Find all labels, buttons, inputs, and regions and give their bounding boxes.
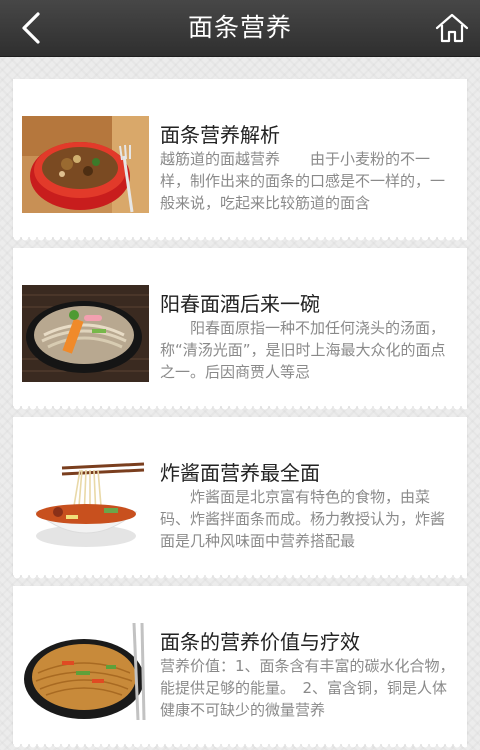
- article-title: 面条营养解析: [160, 123, 280, 147]
- article-title: 面条的营养价值与疗效: [160, 630, 360, 654]
- article-thumbnail: [22, 454, 149, 551]
- article-summary: 营养价值：1、面条含有丰富的碳水化合物，能提供足够的能量。 2、富含铜，铜是人体…: [160, 657, 455, 719]
- home-icon: [435, 13, 469, 43]
- article-card[interactable]: 炸酱面营养最全面 炸酱面是北京富有特色的食物，由菜码、炸酱拌面条而成。杨力教授认…: [13, 417, 467, 581]
- article-summary: 阳春面原指一种不加任何浇头的汤面，称“清汤光面”，是旧时上海最大众化的面点之一。…: [160, 319, 446, 381]
- article-thumbnail: [22, 285, 149, 382]
- home-button[interactable]: [434, 10, 470, 46]
- article-card[interactable]: 阳春面酒后来一碗 阳春面原指一种不加任何浇头的汤面，称“清汤光面”，是旧时上海最…: [13, 248, 467, 412]
- page-title: 面条营养: [187, 13, 292, 42]
- article-title: 炸酱面营养最全面: [160, 461, 320, 485]
- article-title: 阳春面酒后来一碗: [160, 292, 320, 316]
- top-navigation-bar: 面条营养: [0, 0, 480, 57]
- article-thumbnail: [22, 623, 149, 720]
- article-summary: 炸酱面是北京富有特色的食物，由菜码、炸酱拌面条而成。杨力教授认为，炸酱面是几种风…: [160, 488, 446, 550]
- article-card[interactable]: 面条营养解析 越筋道的面越营养 由于小麦粉的不一样，制作出来的面条的口感是不一样…: [13, 79, 467, 243]
- article-summary: 越筋道的面越营养 由于小麦粉的不一样，制作出来的面条的口感是不一样的，一般来说，…: [160, 150, 446, 212]
- article-card[interactable]: 面条的营养价值与疗效 营养价值：1、面条含有丰富的碳水化合物，能提供足够的能量。…: [13, 586, 467, 750]
- article-thumbnail: [22, 116, 149, 213]
